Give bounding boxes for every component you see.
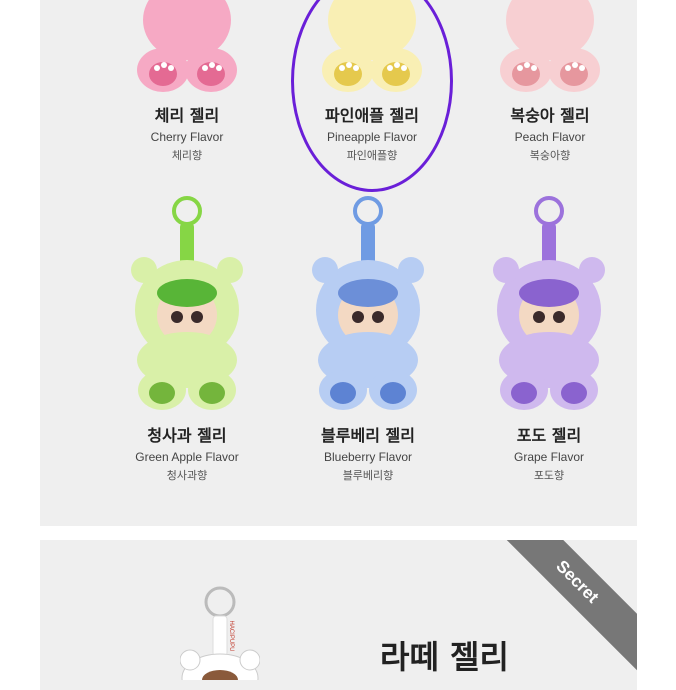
product-scent: 블루베리향 <box>342 469 394 482</box>
product-scent: 복숭아향 <box>529 149 571 162</box>
product-card-cherry[interactable]: 체리 젤리 Cherry Flavor 체리향 <box>97 0 277 163</box>
cherry-doll-image <box>137 0 237 92</box>
secret-product-panel: Secret HACIPUPU 라떼 젤리 <box>40 540 637 690</box>
product-name-en: Cherry Flavor <box>150 130 224 144</box>
product-name-en: Peach Flavor <box>514 130 586 144</box>
product-grid-panel: 체리 젤리 Cherry Flavor 체리향 파인애플 젤리 Pineappl… <box>40 0 637 526</box>
product-name-en: Grape Flavor <box>513 450 585 464</box>
peach-doll-image <box>500 0 600 92</box>
product-card-grape[interactable]: 포도 젤리 Grape Flavor 포도향 <box>459 195 639 483</box>
product-name-ko: 청사과 젤리 <box>147 426 227 445</box>
latte-doll-image: HACIPUPU <box>180 586 260 680</box>
product-card-green-apple[interactable]: 청사과 젤리 Green Apple Flavor 청사과향 <box>97 195 277 483</box>
product-name-ko: 복숭아 젤리 <box>510 106 590 125</box>
product-name-ko: 블루베리 젤리 <box>321 426 415 445</box>
product-name-ko: 체리 젤리 <box>154 106 220 125</box>
brand-strap-text: HACIPUPU <box>228 620 234 651</box>
product-card-peach[interactable]: 복숭아 젤리 Peach Flavor 복숭아향 <box>460 0 640 163</box>
product-scent: 포도향 <box>533 469 565 482</box>
product-name-en: Green Apple Flavor <box>135 450 239 464</box>
highlight-circle <box>291 0 453 192</box>
product-name-en: Blueberry Flavor <box>323 450 413 464</box>
grape-doll-image <box>493 196 605 410</box>
green-apple-doll-image <box>131 196 243 410</box>
product-name-ko: 포도 젤리 <box>516 426 582 445</box>
blueberry-doll-image <box>312 196 424 410</box>
secret-product-title: 라떼 젤리 <box>380 638 509 676</box>
product-scent: 체리향 <box>171 149 203 162</box>
product-card-blueberry[interactable]: 블루베리 젤리 Blueberry Flavor 블루베리향 <box>278 195 458 483</box>
product-scent: 청사과향 <box>166 469 208 482</box>
